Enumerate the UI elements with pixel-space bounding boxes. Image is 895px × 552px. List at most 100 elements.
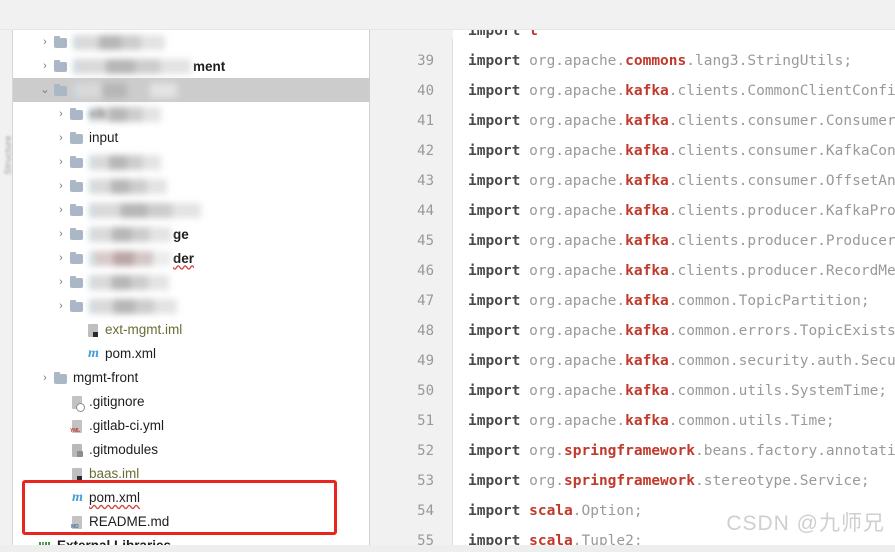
tree-row[interactable]: .gitlab-ci.yml [13,414,369,438]
code-token: org.apache. [529,203,626,219]
chevron-right-icon[interactable]: › [53,132,69,144]
iml-file-icon [85,322,102,338]
code-line[interactable]: import org.apache.commons.lang3.StringUt… [454,46,895,76]
code-line[interactable]: import org.apache.kafka.common.utils.Tim… [454,406,895,436]
chevron-right-icon[interactable]: › [53,204,69,216]
code-token: kafka [625,83,669,99]
line-number: 47 [417,293,434,309]
tree-row[interactable]: › [13,174,369,198]
tree-row[interactable]: m pom.xml [13,486,369,510]
code-line[interactable]: import org.springframework.stereotype.Se… [454,466,895,496]
code-line[interactable]: import org.springframework.beans.factory… [454,436,895,466]
line-number: 44 [417,203,434,219]
code-token: org.apache. [529,113,626,129]
folder-icon [69,130,86,146]
chevron-right-icon[interactable]: › [53,156,69,168]
chevron-right-icon[interactable]: › [53,228,69,240]
left-tool-rail[interactable]: Structure [0,30,13,545]
structure-tool-tab[interactable]: Structure [3,127,13,183]
code-line[interactable]: import org.apache.kafka.clients.CommonCl… [454,76,895,106]
maven-pom-icon: m [88,346,99,361]
tree-row-label: External Libraries [57,538,171,545]
chevron-right-icon[interactable]: › [37,60,53,72]
tree-row-label: input [89,130,119,145]
tree-row[interactable]: › [13,30,369,54]
gitignore-icon [69,394,86,412]
code-line[interactable]: import org.apache.kafka.common.errors.To… [454,316,895,346]
code-token: kafka [625,233,669,249]
tree-row[interactable]: › input [13,126,369,150]
tree-row[interactable]: README.md [13,510,369,534]
code-line[interactable]: import org.apache.kafka.clients.producer… [454,226,895,256]
code-token: org.apache. [529,173,626,189]
redacted-label [73,34,165,50]
chevron-down-icon[interactable]: ⌄ [37,84,53,96]
code-token: import [468,353,530,369]
code-line[interactable]: import org.apache.kafka.clients.consumer… [454,136,895,166]
code-token: .common.utils.SystemTime; [668,383,888,399]
chevron-right-icon[interactable]: › [53,276,69,288]
folder-icon [69,106,86,122]
code-token: org.apache. [529,233,626,249]
md-file-icon [69,514,86,530]
code-token: .clients.consumer.KafkaConsumer; [668,143,895,159]
code-line[interactable]: import org.apache.kafka.clients.producer… [454,196,895,226]
tree-row[interactable]: › mgmt-front [13,366,369,390]
code-line[interactable]: import org.apache.kafka.clients.consumer… [454,166,895,196]
chevron-right-icon[interactable]: › [53,180,69,192]
file-icon [69,442,86,458]
code-line[interactable]: import scala.Option; [454,496,895,526]
redacted-label [89,226,171,242]
code-lines[interactable]: import lombok.extern.slf4j.Slf4j;import … [454,30,895,545]
tree-row[interactable]: › elk [13,102,369,126]
tree-row[interactable]: › ment [13,54,369,78]
chevron-right-icon[interactable]: › [37,372,53,384]
code-editor[interactable]: 38394041424344454647484950515253545556 i… [370,30,895,545]
code-token: org.apache. [529,383,626,399]
tree-row-label-tail: ge [173,226,189,242]
tree-row[interactable]: › [13,270,369,294]
tree-row[interactable]: .gitmodules [13,438,369,462]
code-token: springframework [564,443,695,459]
tree-row[interactable]: m pom.xml [13,342,369,366]
tree-row[interactable]: › [13,294,369,318]
code-line[interactable]: import org.apache.kafka.clients.consumer… [454,106,895,136]
tree-row[interactable]: ext-mgmt.iml [13,318,369,342]
folder-icon [69,154,86,170]
iml-file-icon [69,466,86,482]
code-token: import [468,263,530,279]
tree-row[interactable]: › ge [13,222,369,246]
chevron-right-icon[interactable]: › [53,108,69,120]
code-line[interactable]: import org.apache.kafka.common.utils.Sys… [454,376,895,406]
redacted-label [89,274,169,290]
code-line[interactable]: import org.apache.kafka.common.TopicPart… [454,286,895,316]
tree-row[interactable]: ⌄External Libraries [13,534,369,545]
code-token: .clients.producer.ProducerConfig; [668,233,895,249]
project-tree-panel[interactable]: › › ment ⌄ › elk › input › › › › ge › der › › ext-mgmt.im… [13,30,370,545]
code-line[interactable]: import scala.Tuple2; [454,526,895,545]
tree-row[interactable]: baas.iml [13,462,369,486]
chevron-right-icon[interactable]: › [53,300,69,312]
code-token: org.apache. [529,53,626,69]
tree-row[interactable]: › der [13,246,369,270]
code-token: .clients.CommonClientConfigs; [668,83,895,99]
folder-icon [53,58,70,74]
code-token: import [468,173,530,189]
redacted-label [89,154,161,170]
code-line[interactable]: import org.apache.kafka.common.security.… [454,346,895,376]
code-token: import [468,503,530,519]
line-number: 42 [417,143,434,159]
code-token: import [468,443,530,459]
code-token: .common.utils.Time; [668,413,835,429]
tree-row[interactable]: .gitignore [13,390,369,414]
tree-row-label-tail: ment [193,58,226,74]
code-token: commons [625,53,687,69]
chevron-right-icon[interactable]: › [37,36,53,48]
tree-row[interactable]: ⌄ [13,78,369,102]
tree-row-label-tail: der [173,250,195,266]
tree-row[interactable]: › [13,150,369,174]
tree-row-label: mgmt-front [73,370,139,385]
chevron-right-icon[interactable]: › [53,252,69,264]
tree-row[interactable]: › [13,198,369,222]
code-line[interactable]: import org.apache.kafka.clients.producer… [454,256,895,286]
